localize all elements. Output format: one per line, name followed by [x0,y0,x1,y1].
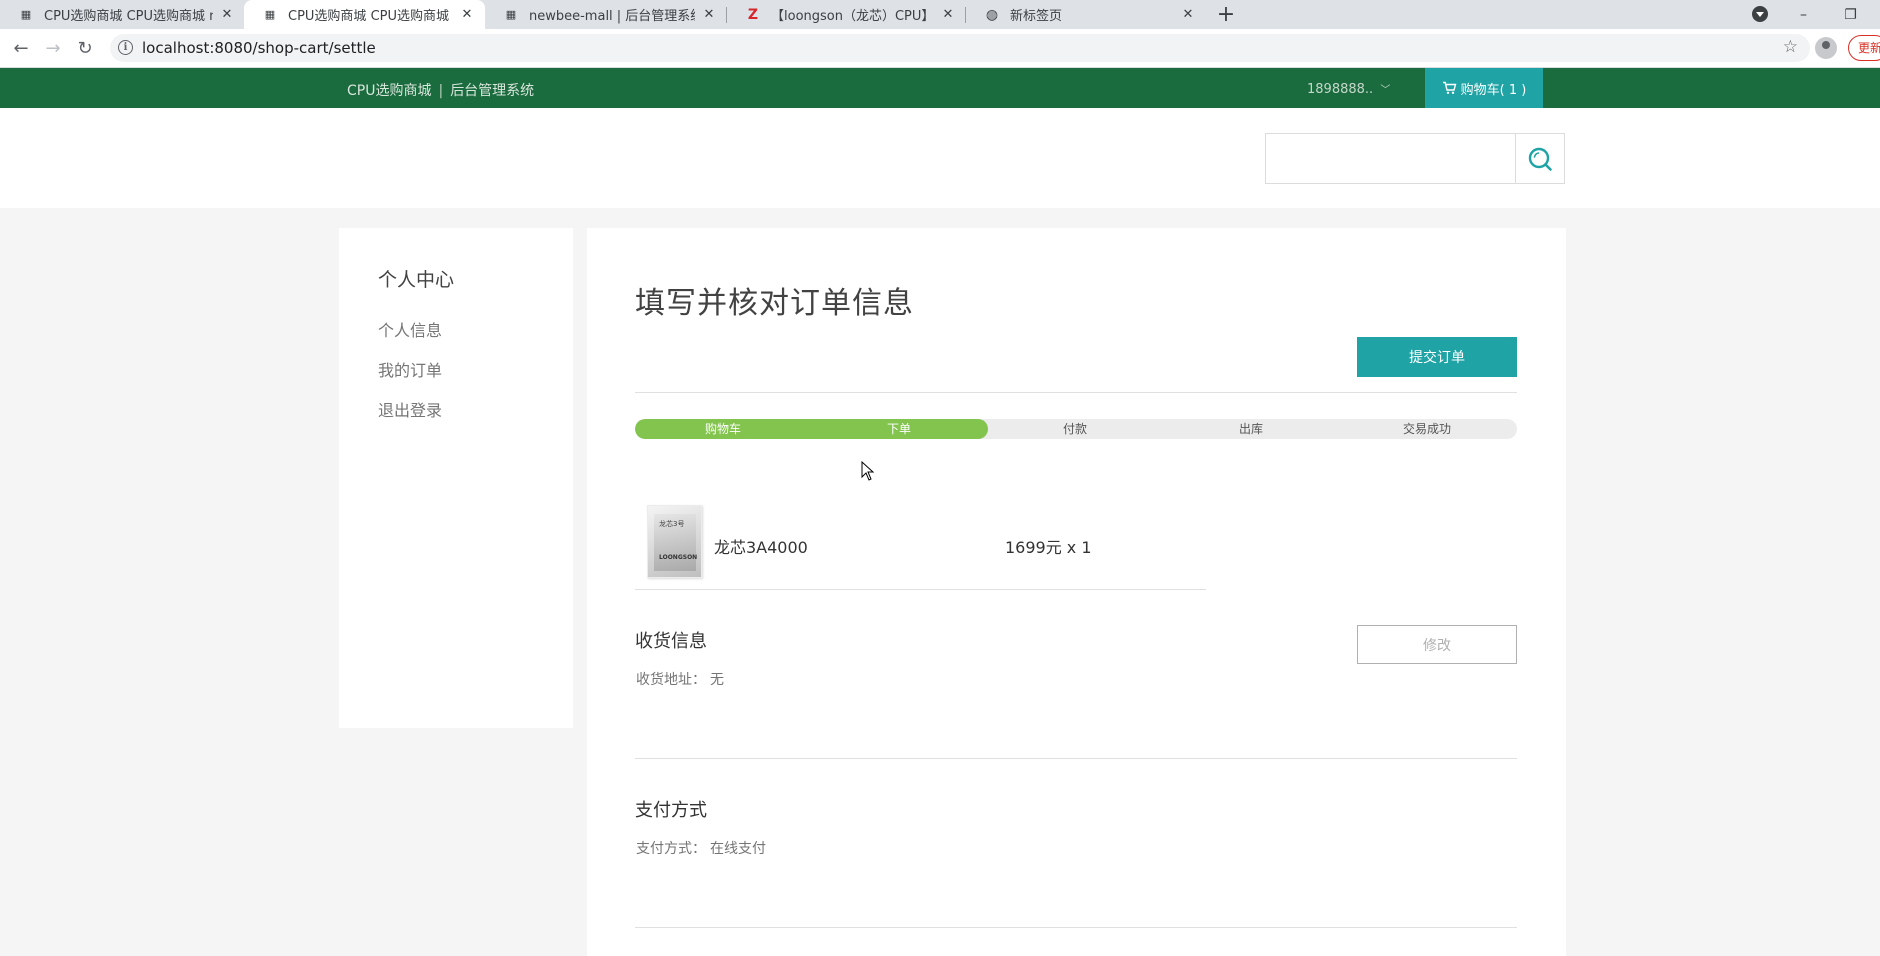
cart-button[interactable]: 购物车( 1 ) [1425,68,1543,108]
chevron-down-icon: ﹀ [1380,85,1391,96]
payment-title: 支付方式 [635,800,707,821]
close-tab-icon[interactable]: ✕ [459,7,475,23]
shipping-address: 收货地址：无 [636,669,724,689]
zhihu-favicon-icon: Z [747,6,759,23]
admin-link[interactable]: 后台管理系统 [450,83,534,99]
submit-order-button[interactable]: 提交订单 [1357,337,1517,377]
browser-tab[interactable]: ◍ 新标签页 ✕ [966,0,1206,29]
progress-step-ship: 出库 [1238,422,1263,436]
cart-icon [1442,81,1457,94]
restore-icon[interactable]: ❐ [1828,0,1873,29]
update-button[interactable]: 更新 [1848,35,1880,61]
site-favicon-icon: ▦ [264,8,276,21]
sidebar-item-orders[interactable]: 我的订单 [378,357,442,381]
browser-tab-active[interactable]: ▦ CPU选购商城 CPU选购商城 new ✕ [244,0,485,29]
url-text[interactable]: localhost:8080/shop-cart/settle [142,39,376,57]
search-input[interactable] [1265,133,1516,184]
tab-title: CPU选购商城 CPU选购商城 new [288,9,453,24]
sidebar-title: 个人中心 [378,269,455,291]
browser-toolbar: ← → ↻ i localhost:8080/shop-cart/settle … [0,29,1880,68]
browser-tab[interactable]: Z 【loongson（龙芯）CPU】loon ✕ [727,0,966,29]
payment-label: 支付方式： [636,841,706,857]
goods-price-qty: 1699元 x 1 [1005,538,1092,557]
close-tab-icon[interactable]: ✕ [940,7,956,23]
address-value: 无 [710,672,724,688]
user-name: 1898888.. [1307,82,1374,97]
reload-icon[interactable]: ↻ [70,33,100,63]
tab-title: 【loongson（龙芯）CPU】loon [771,9,934,24]
progress-step-pay: 付款 [1062,422,1087,436]
order-settle-panel: 填写并核对订单信息 提交订单 购物车 下单 付款 出库 交易成功 龙芯3号 LO… [587,228,1566,956]
tab-title: 新标签页 [1010,9,1063,24]
sidebar-item-profile[interactable]: 个人信息 [378,317,442,341]
site-search-area [0,108,1880,208]
browser-tab[interactable]: ▦ newbee-mall | 后台管理系统 ✕ [485,0,727,29]
goods-image[interactable]: 龙芯3号 LOONGSON [647,505,702,578]
user-center-sidebar: 个人中心 个人信息 我的订单 退出登录 [339,228,573,728]
divider [635,758,1517,759]
tab-search-icon[interactable] [1752,6,1768,22]
globe-icon: ◍ [985,6,999,23]
chip-label: 龙芯3号 [659,520,685,528]
site-top-bar: CPU选购商城 | 后台管理系统 1898888.. ﹀ 购物车( 1 ) [0,68,1880,108]
shipping-title: 收货信息 [635,631,707,652]
tab-title: CPU选购商城 CPU选购商城 new [44,9,213,24]
tab-title: newbee-mall | 后台管理系统 [529,9,695,24]
forward-arrow-icon[interactable]: → [38,33,68,63]
close-tab-icon[interactable]: ✕ [701,7,717,23]
site-favicon-icon: ▦ [20,8,32,21]
back-arrow-icon[interactable]: ← [6,33,36,63]
sidebar-item-logout[interactable]: 退出登录 [378,397,442,421]
new-tab-button[interactable]: + [1212,2,1240,27]
chip-brand: LOONGSON [659,554,698,561]
address-bar[interactable]: i localhost:8080/shop-cart/settle ☆ [110,34,1810,62]
brand-separator: | [438,83,444,99]
search-icon [1528,147,1552,171]
brand-link[interactable]: CPU选购商城 [347,83,431,99]
user-menu[interactable]: 1898888.. ﹀ [1307,81,1390,97]
progress-step-order: 下单 [886,422,911,436]
order-progress-bar: 购物车 下单 付款 出库 交易成功 [635,419,1517,439]
minimize-icon[interactable]: – [1781,0,1826,29]
close-tab-icon[interactable]: ✕ [1180,7,1196,23]
edit-address-button[interactable]: 修改 [1357,625,1517,664]
bookmark-star-icon[interactable]: ☆ [1783,37,1798,57]
close-tab-icon[interactable]: ✕ [219,7,235,23]
progress-step-cart: 购物车 [704,422,741,436]
payment-value: 在线支付 [710,841,766,857]
cart-label: 购物车( 1 ) [1460,82,1527,98]
address-label: 收货地址： [636,672,706,688]
site-info-icon[interactable]: i [118,40,133,55]
goods-divider [635,589,1206,590]
search-button[interactable] [1515,133,1565,184]
progress-step-done: 交易成功 [1402,422,1451,436]
site-brand: CPU选购商城 | 后台管理系统 [347,80,534,100]
divider [635,927,1517,928]
goods-name[interactable]: 龙芯3A4000 [714,534,808,558]
browser-tab[interactable]: ▦ CPU选购商城 CPU选购商城 new ✕ [0,0,245,29]
profile-avatar-icon[interactable] [1815,37,1837,59]
mouse-cursor-icon [861,461,875,481]
divider [635,392,1517,393]
site-favicon-icon: ▦ [505,8,517,21]
payment-method: 支付方式： 在线支付 [636,838,766,858]
browser-tab-strip: ▦ CPU选购商城 CPU选购商城 new ✕ ▦ CPU选购商城 CPU选购商… [0,0,1880,29]
page-title: 填写并核对订单信息 [635,286,914,321]
